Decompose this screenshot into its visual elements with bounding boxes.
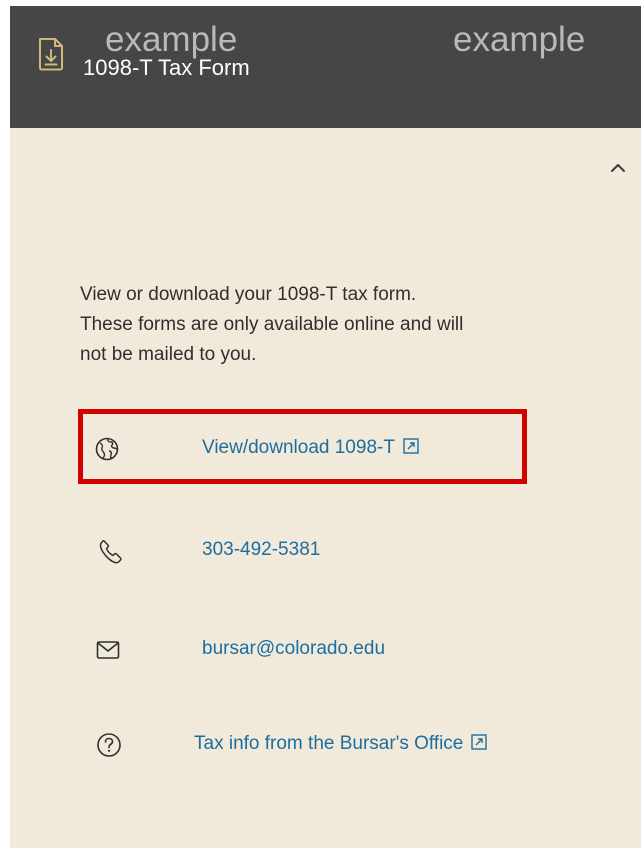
phone-icon (99, 540, 122, 564)
tax-info-label: Tax info from the Bursar's Office (194, 733, 464, 754)
description-line: not be mailed to you. (80, 344, 257, 365)
chevron-up-icon[interactable] (606, 156, 630, 180)
watermark-text: example (453, 20, 586, 59)
description-line: View or download your 1098-T tax form. (80, 284, 417, 305)
document-download-icon (39, 38, 63, 71)
question-circle-icon (97, 733, 121, 757)
description-text: View or download your 1098-T tax form. T… (80, 280, 580, 370)
email-link[interactable]: bursar@colorado.edu (202, 638, 385, 660)
external-link-icon (471, 734, 488, 750)
card-header: 1098-T Tax Form example example (10, 6, 641, 128)
tax-form-card: 1098-T Tax Form example example View or … (10, 6, 641, 848)
watermark-text: example (105, 20, 238, 59)
envelope-icon (96, 641, 120, 659)
tax-info-link[interactable]: Tax info from the Bursar's Office (194, 733, 488, 755)
phone-link[interactable]: 303-492-5381 (202, 539, 320, 561)
description-line: These forms are only available online an… (80, 314, 464, 335)
highlight-box (78, 409, 527, 484)
